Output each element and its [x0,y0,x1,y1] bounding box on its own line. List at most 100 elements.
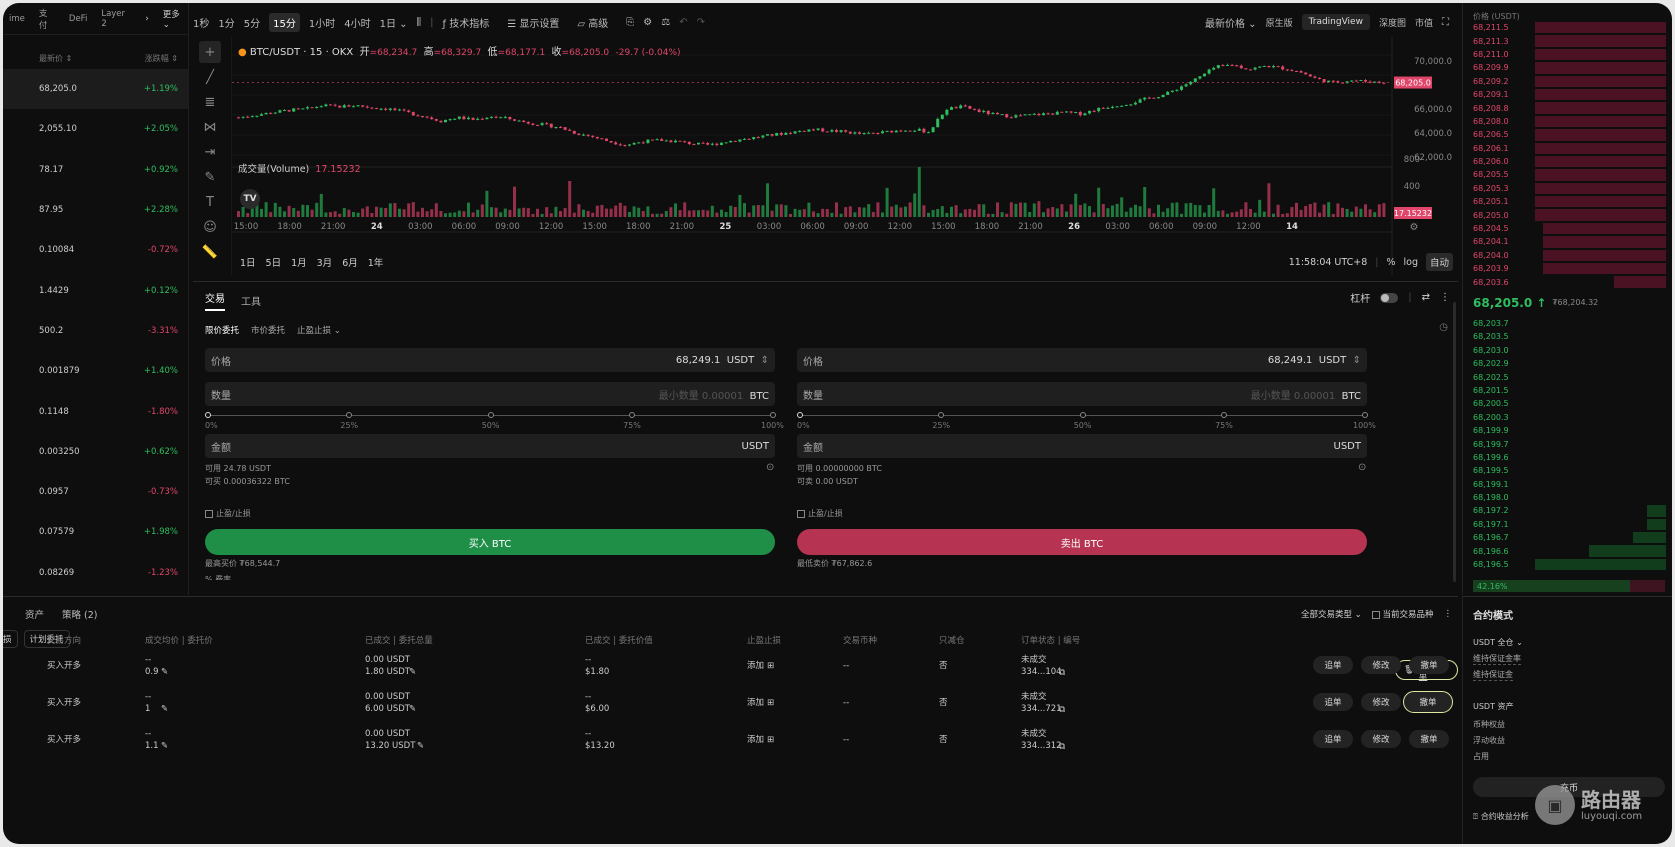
candlestick-svg[interactable]: 70,000.066,000.064,000.062,000.068,205.0… [232,37,1458,275]
ask-row[interactable]: 68,211.0 [1463,48,1672,61]
ask-row[interactable]: 68,209.1 [1463,88,1672,101]
slider-stop[interactable] [346,412,353,418]
market-row[interactable]: 0.08269 -1.23% [3,553,188,593]
ask-row[interactable]: 68,203.9 [1463,262,1672,275]
market-row[interactable]: 0.003250 +0.62% [3,432,188,472]
market-row[interactable]: 87.95 +2.28% [3,190,188,230]
ask-row[interactable]: 68,206.1 [1463,142,1672,155]
fee-link[interactable]: % 费率 [205,574,231,580]
tab-strategies[interactable]: 策略 (2) [62,607,97,621]
ask-row[interactable]: 68,203.6 [1463,275,1672,288]
tab-market[interactable]: 市价委托 [251,324,285,336]
interval-1s[interactable]: 1秒 [193,15,209,30]
range-6m[interactable]: 6月 [342,255,358,269]
buy-price-input[interactable]: 价格 68,249.1 USDT ⇕ [205,348,775,372]
tab-category[interactable]: Layer 2 [101,9,131,29]
tab-category[interactable]: ime [9,14,25,24]
edit-icon[interactable]: ✎ [161,666,168,678]
slider-stop[interactable] [629,412,636,418]
convert-icon[interactable]: ⊙ [1358,462,1366,473]
modify-button[interactable]: 修改 [1361,656,1401,674]
range-3m[interactable]: 3月 [317,255,333,269]
slider-stop[interactable] [487,412,494,418]
cancel-button[interactable]: 撤单 [1403,691,1453,713]
tab-tpsl-orders[interactable]: 损 [3,630,18,648]
chase-button[interactable]: 追单 [1313,730,1353,748]
buy-slider[interactable]: 0% 25% 50% 75% 100% [205,410,784,430]
bid-row[interactable]: 68,197.2 [1463,504,1672,517]
margin-mode-dropdown[interactable]: USDT 全仓 ⌄ [1473,637,1523,648]
interval-1h[interactable]: 1小时 [309,15,335,30]
bid-row[interactable]: 68,196.6 [1463,544,1672,557]
slider-stop[interactable] [770,412,777,418]
interval-1m[interactable]: 1分 [218,15,234,30]
range-1m[interactable]: 1月 [291,255,307,269]
bid-row[interactable]: 68,203.7 [1463,317,1672,330]
range-1d[interactable]: 1日 [240,255,256,269]
view-tradingview[interactable]: TradingView [1301,14,1370,30]
edit-icon[interactable]: ✎ [161,703,168,715]
more-icon[interactable]: ⋮ [1444,609,1453,619]
market-row[interactable]: 78.17 +0.92% [3,150,188,190]
bid-row[interactable]: 68,196.5 [1463,558,1672,571]
percent-toggle[interactable]: % [1386,257,1395,268]
redo-icon[interactable]: ↷ [697,17,705,28]
interval-15m[interactable]: 15分 [269,12,300,32]
trendline-icon[interactable]: ╱ [199,66,221,88]
ask-row[interactable]: 68,205.3 [1463,182,1672,195]
bid-row[interactable]: 68,199.9 [1463,424,1672,437]
trade-type-filter[interactable]: 全部交易类型 ⌄ [1301,608,1362,620]
buy-button[interactable]: 买入 BTC [205,529,775,555]
view-depth[interactable]: 深度图 [1379,16,1406,29]
chevron-right-icon[interactable]: › [145,14,148,24]
slider-stop[interactable] [1362,412,1369,418]
brush-icon[interactable]: ✎ [199,166,221,188]
ask-row[interactable]: 68,211.5 [1463,21,1672,34]
scrollbar[interactable] [1453,302,1456,582]
bid-row[interactable]: 68,202.9 [1463,357,1672,370]
tab-limit[interactable]: 限价委托 [205,324,239,336]
settings-sliders-icon[interactable]: ⇄ [1422,292,1430,303]
stepper-icon[interactable]: ⇕ [1353,355,1361,366]
plus-icon[interactable]: ⊞ [767,734,774,746]
more-icon[interactable]: ⋮ [1440,292,1450,303]
convert-icon[interactable]: ⊙ [766,462,774,473]
bid-row[interactable]: 68,196.7 [1463,531,1672,544]
view-native[interactable]: 原生版 [1266,16,1293,29]
market-row[interactable]: 0.0957 -0.73% [3,472,188,512]
market-row[interactable]: 500.2 -3.31% [3,311,188,351]
sell-tpsl-checkbox[interactable]: 止盈/止损 [797,508,843,519]
bid-row[interactable]: 68,200.3 [1463,411,1672,424]
cancel-button[interactable]: 撤单 [1409,730,1449,748]
view-market-cap[interactable]: 市值 [1415,16,1433,29]
current-symbol-checkbox[interactable]: 当前交易品种 [1371,608,1434,620]
clock-icon[interactable]: ◷ [1439,322,1448,333]
ask-row[interactable]: 68,206.5 [1463,128,1672,141]
buy-qty-input[interactable]: 数量 最小数量 0.00001 BTC [205,382,775,406]
auto-toggle[interactable]: 自动 [1425,253,1453,271]
edit-icon[interactable]: ✎ [161,740,168,752]
tab-assets[interactable]: 资产 [25,607,44,621]
measure-icon[interactable]: ⇥ [199,141,221,163]
undo-icon[interactable]: ↶ [679,17,687,28]
bid-row[interactable]: 68,199.7 [1463,437,1672,450]
copy-icon[interactable]: ⧉ [1059,667,1065,679]
sell-qty-input[interactable]: 数量 最小数量 0.00001 BTC [797,382,1367,406]
copy-icon[interactable]: ⧉ [1059,741,1065,753]
ask-row[interactable]: 68,209.9 [1463,61,1672,74]
sort-price[interactable]: 最新价 ⇕ [39,53,72,64]
range-1y[interactable]: 1年 [368,255,384,269]
market-row[interactable]: 68,205.0 +1.19% [3,69,188,110]
crosshair-icon[interactable]: + [199,41,221,63]
market-row[interactable]: 2,055.10 +2.05% [3,109,188,149]
candle-type-icon[interactable]: ⫼ [417,17,422,28]
plus-icon[interactable]: ⊞ [767,697,774,709]
chase-button[interactable]: 追单 [1313,693,1353,711]
ask-row[interactable]: 68,204.1 [1463,235,1672,248]
modify-button[interactable]: 修改 [1361,693,1401,711]
copy-icon[interactable]: ⧉ [1059,704,1065,716]
ask-row[interactable]: 68,208.0 [1463,115,1672,128]
tab-tools[interactable]: 工具 [241,293,261,308]
bid-row[interactable]: 68,197.1 [1463,518,1672,531]
sort-change[interactable]: 涨跌幅 ⇕ [145,53,178,64]
